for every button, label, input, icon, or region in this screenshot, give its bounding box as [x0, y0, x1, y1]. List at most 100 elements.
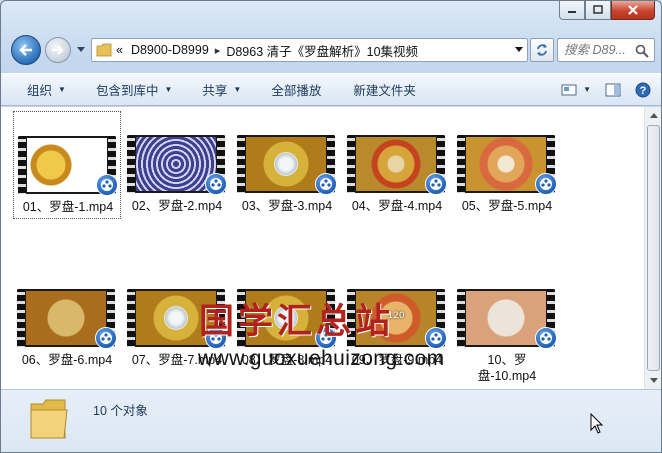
- back-arrow-icon: [19, 44, 32, 56]
- chevron-down-icon: ▼: [583, 85, 591, 94]
- compass-dial-icon: [164, 306, 188, 330]
- chevron-down-icon: [77, 47, 85, 52]
- svg-text:?: ?: [640, 85, 647, 97]
- file-item[interactable]: 01、罗盘-1.mp4: [13, 111, 121, 219]
- search-box[interactable]: [557, 38, 655, 62]
- chevron-down-icon: ▼: [58, 85, 66, 94]
- media-player-icon: [315, 173, 337, 195]
- file-name: 01、罗盘-1.mp4: [22, 200, 114, 214]
- organize-label: 组织: [27, 84, 53, 98]
- play-all-label: 全部播放: [271, 84, 322, 98]
- watermark-title: 国学汇总站: [199, 302, 395, 342]
- scrollbar-thumb[interactable]: [647, 125, 660, 371]
- refresh-icon: [537, 44, 547, 56]
- new-folder-label: 新建文件夹: [353, 84, 416, 98]
- search-icon[interactable]: [635, 44, 649, 58]
- thumbnail-frame: [356, 137, 436, 191]
- details-pane: 10 个对象: [1, 389, 661, 452]
- maximize-button[interactable]: [585, 1, 611, 20]
- help-icon[interactable]: ?: [635, 82, 651, 98]
- thumbnail-frame: [136, 137, 216, 191]
- minimize-icon: [568, 11, 576, 13]
- file-name: 03、罗盘-3.mp4: [241, 199, 333, 213]
- breadcrumb-current[interactable]: D8963 清子《罗盘解析》10集视频: [226, 41, 418, 60]
- media-player-icon: [205, 173, 227, 195]
- play-all-button[interactable]: 全部播放: [251, 74, 331, 105]
- film-reel-icon: [540, 332, 552, 344]
- breadcrumb-separator-icon[interactable]: ▸: [215, 44, 221, 57]
- include-in-library-menu[interactable]: 包含到库中 ▼: [76, 74, 182, 105]
- file-item[interactable]: 05、罗盘-5.mp4: [453, 111, 561, 219]
- file-name: 04、罗盘-4.mp4: [351, 199, 443, 213]
- media-player-icon: [535, 173, 557, 195]
- file-item[interactable]: 06、罗盘-6.mp4: [13, 265, 121, 373]
- address-bar[interactable]: « D8900-D8999 ▸ D8963 清子《罗盘解析》10集视频: [91, 38, 528, 62]
- film-reel-icon: [210, 178, 222, 190]
- compass-dial-icon: [274, 152, 298, 176]
- command-bar: 组织 ▼ 包含到库中 ▼ 共享 ▼ 全部播放 新建文件夹 ▼ ?: [1, 73, 661, 106]
- film-reel-icon: [101, 179, 113, 191]
- film-reel-icon: [540, 178, 552, 190]
- scroll-down-button[interactable]: [645, 372, 661, 389]
- chevron-down-icon: [649, 378, 658, 383]
- film-reel-icon: [430, 178, 442, 190]
- view-controls: ▼ ?: [561, 74, 651, 105]
- mouse-pointer-icon: [590, 413, 604, 434]
- file-item[interactable]: 03、罗盘-3.mp4: [233, 111, 341, 219]
- address-dropdown-icon[interactable]: [515, 47, 523, 53]
- share-menu[interactable]: 共享 ▼: [182, 74, 251, 105]
- film-reel-icon: [100, 332, 112, 344]
- file-item[interactable]: 04、罗盘-4.mp4: [343, 111, 451, 219]
- film-strip-left: [457, 135, 465, 193]
- media-player-icon: [96, 174, 118, 196]
- file-item[interactable]: 02、罗盘-2.mp4: [123, 111, 231, 219]
- film-strip-left: [457, 289, 465, 347]
- thumbnail-frame: [27, 138, 107, 192]
- film-strip-left: [127, 289, 135, 347]
- share-label: 共享: [202, 84, 228, 98]
- film-strip-left: [17, 289, 25, 347]
- forward-button[interactable]: [45, 37, 71, 63]
- vertical-scrollbar[interactable]: [644, 107, 661, 389]
- media-player-icon: [425, 173, 447, 195]
- file-name: 10、罗盘-10.mp4: [477, 353, 537, 383]
- thumbnail-frame: [466, 291, 546, 345]
- film-reel-icon: [320, 178, 332, 190]
- recent-pages-button[interactable]: [75, 44, 87, 56]
- minimize-button[interactable]: [559, 1, 585, 20]
- include-in-library-label: 包含到库中: [95, 84, 159, 98]
- organize-menu[interactable]: 组织 ▼: [1, 74, 76, 105]
- thumbnail-frame: [466, 137, 546, 191]
- film-reel-icon: [430, 332, 442, 344]
- file-name: 06、罗盘-6.mp4: [21, 353, 113, 367]
- refresh-button[interactable]: [530, 38, 554, 62]
- navigation-bar: « D8900-D8999 ▸ D8963 清子《罗盘解析》10集视频: [9, 35, 655, 65]
- media-player-icon: [535, 327, 557, 349]
- chevron-up-icon: [649, 113, 658, 118]
- folder-icon: [96, 43, 112, 57]
- close-icon: [628, 5, 638, 15]
- folder-icon: [30, 399, 68, 439]
- scroll-up-button[interactable]: [645, 107, 661, 124]
- thumbnail-frame: [26, 291, 106, 345]
- maximize-icon: [593, 5, 603, 14]
- watermark-url: www.guoxuehuizong.com: [198, 347, 445, 370]
- film-strip-left: [347, 135, 355, 193]
- change-view-button[interactable]: ▼: [561, 83, 591, 97]
- new-folder-button[interactable]: 新建文件夹: [331, 74, 426, 105]
- film-strip-left: [18, 136, 26, 194]
- view-icon: [561, 84, 577, 95]
- file-item[interactable]: 10、罗盘-10.mp4: [453, 265, 561, 383]
- breadcrumb-parent[interactable]: D8900-D8999: [131, 43, 209, 57]
- file-name: 05、罗盘-5.mp4: [461, 199, 553, 213]
- film-strip-left: [237, 135, 245, 193]
- search-input[interactable]: [564, 43, 634, 57]
- preview-pane-icon[interactable]: [605, 83, 621, 97]
- forward-arrow-icon: [52, 45, 64, 55]
- back-button[interactable]: [11, 35, 41, 65]
- address-overflow[interactable]: «: [116, 43, 123, 57]
- close-button[interactable]: [611, 1, 655, 20]
- file-name: 02、罗盘-2.mp4: [131, 199, 223, 213]
- file-list[interactable]: 01、罗盘-1.mp4 02、罗盘-2.mp4 03、罗盘-3.mp4 04、罗盘-4…: [1, 107, 661, 389]
- media-player-icon: [425, 327, 447, 349]
